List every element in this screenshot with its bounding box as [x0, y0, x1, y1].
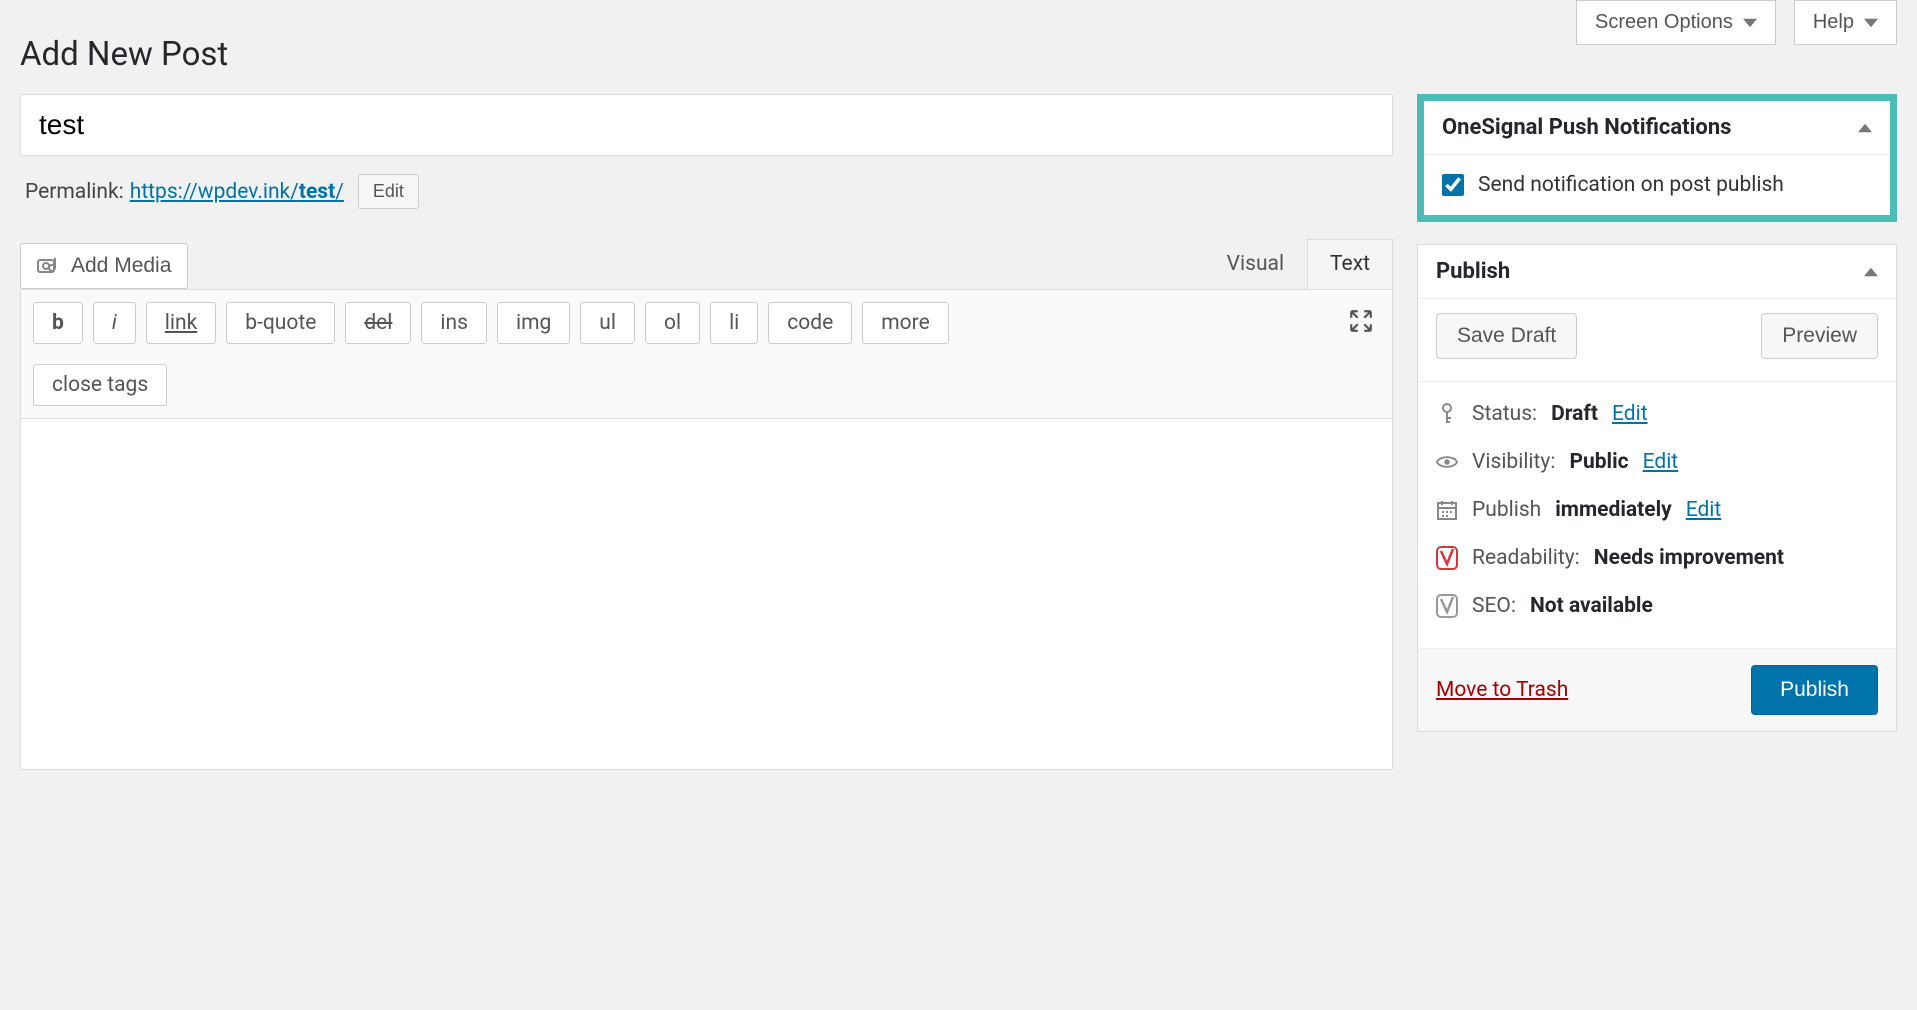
- qt-ul[interactable]: ul: [580, 302, 635, 344]
- publish-title: Publish: [1436, 259, 1510, 284]
- onesignal-title: OneSignal Push Notifications: [1442, 115, 1731, 140]
- camera-music-icon: [37, 254, 61, 278]
- qt-li[interactable]: li: [710, 302, 758, 344]
- seo-row: SEO: Not available: [1436, 582, 1878, 630]
- yoast-seo-icon: [1436, 594, 1458, 618]
- qt-code[interactable]: code: [768, 302, 852, 344]
- move-to-trash-link[interactable]: Move to Trash: [1436, 678, 1568, 702]
- publish-button[interactable]: Publish: [1751, 665, 1878, 715]
- fullscreen-icon: [1348, 308, 1374, 334]
- qt-bold[interactable]: b: [33, 302, 83, 344]
- send-notification-label: Send notification on post publish: [1478, 173, 1784, 197]
- qt-more[interactable]: more: [862, 302, 948, 344]
- permalink-label: Permalink:: [25, 180, 124, 204]
- preview-button[interactable]: Preview: [1761, 313, 1878, 359]
- qt-close-tags[interactable]: close tags: [33, 364, 167, 406]
- screen-options-label: Screen Options: [1595, 11, 1733, 34]
- eye-icon: [1436, 453, 1458, 471]
- send-notification-checkbox[interactable]: [1442, 174, 1464, 196]
- permalink-edit-button[interactable]: Edit: [358, 174, 419, 209]
- qt-del[interactable]: del: [345, 302, 411, 344]
- qt-bquote[interactable]: b-quote: [226, 302, 335, 344]
- save-draft-button[interactable]: Save Draft: [1436, 313, 1577, 359]
- permalink-row: Permalink: https://wpdev.ink/test/ Edit: [25, 174, 1393, 209]
- screen-options-button[interactable]: Screen Options: [1576, 0, 1776, 45]
- qt-italic[interactable]: i: [93, 302, 136, 344]
- help-button[interactable]: Help: [1794, 0, 1897, 45]
- add-media-button[interactable]: Add Media: [20, 243, 188, 289]
- tab-text[interactable]: Text: [1307, 239, 1393, 289]
- publish-panel-toggle[interactable]: Publish: [1418, 245, 1896, 299]
- editor-textarea[interactable]: [21, 419, 1392, 769]
- qt-ins[interactable]: ins: [421, 302, 487, 344]
- readability-row: Readability: Needs improvement: [1436, 534, 1878, 582]
- triangle-down-icon: [1864, 16, 1878, 30]
- fullscreen-button[interactable]: [1342, 302, 1380, 344]
- visibility-edit-link[interactable]: Edit: [1643, 450, 1679, 474]
- permalink-link[interactable]: https://wpdev.ink/test/: [130, 180, 344, 204]
- publish-panel: Publish Save Draft Preview Status: Draft…: [1417, 244, 1897, 732]
- schedule-row: Publish immediately Edit: [1436, 486, 1878, 534]
- qt-ol[interactable]: ol: [645, 302, 700, 344]
- post-title-input[interactable]: [20, 94, 1393, 156]
- triangle-down-icon: [1743, 16, 1757, 30]
- qt-link[interactable]: link: [146, 302, 216, 344]
- add-media-label: Add Media: [71, 254, 171, 278]
- qt-img[interactable]: img: [497, 302, 570, 344]
- triangle-up-icon: [1858, 121, 1872, 135]
- status-row: Status: Draft Edit: [1436, 390, 1878, 438]
- key-icon: [1436, 403, 1458, 425]
- tab-visual[interactable]: Visual: [1204, 239, 1307, 289]
- schedule-edit-link[interactable]: Edit: [1686, 498, 1722, 522]
- send-notification-row[interactable]: Send notification on post publish: [1442, 173, 1872, 197]
- status-edit-link[interactable]: Edit: [1612, 402, 1648, 426]
- help-label: Help: [1813, 11, 1854, 34]
- onesignal-panel-toggle[interactable]: OneSignal Push Notifications: [1424, 101, 1890, 155]
- onesignal-panel: OneSignal Push Notifications Send notifi…: [1417, 94, 1897, 222]
- calendar-icon: [1436, 499, 1458, 521]
- triangle-up-icon: [1864, 265, 1878, 279]
- editor-box: b i link b-quote del ins img ul ol li co…: [20, 289, 1393, 770]
- yoast-readability-icon: [1436, 546, 1458, 570]
- visibility-row: Visibility: Public Edit: [1436, 438, 1878, 486]
